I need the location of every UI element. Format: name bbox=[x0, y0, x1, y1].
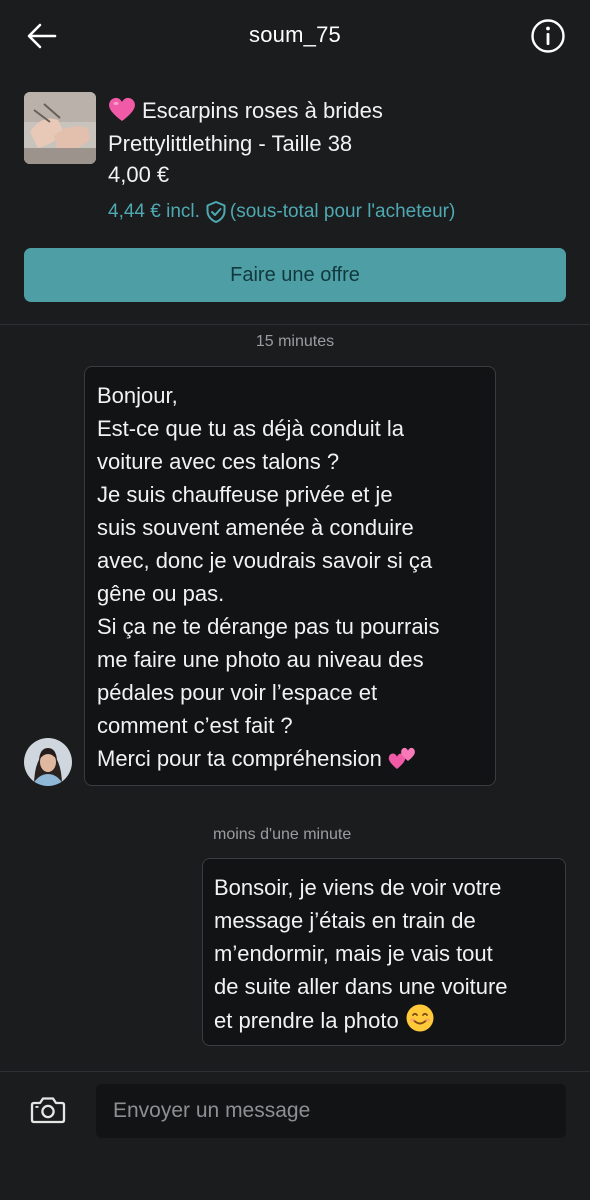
price-incl-value: 4,44 € incl. bbox=[108, 201, 200, 222]
message-line: avec, donc je voudrais savoir si ça bbox=[97, 548, 433, 573]
avatar[interactable] bbox=[24, 738, 72, 786]
message-line: me faire une photo au niveau des bbox=[97, 647, 424, 672]
conversation-title: soum_75 bbox=[249, 22, 341, 47]
outgoing-message-bubble: Bonsoir, je viens de voir votre message … bbox=[202, 858, 566, 1046]
product-thumbnail[interactable] bbox=[24, 92, 96, 164]
message-line: Si ça ne te dérange pas tu pourrais bbox=[97, 614, 440, 639]
message-composer bbox=[0, 1072, 590, 1200]
info-circle-icon bbox=[531, 19, 565, 53]
product-title: Escarpins roses à brides Prettylittlethi… bbox=[108, 94, 568, 160]
product-summary[interactable]: Escarpins roses à brides Prettylittlethi… bbox=[24, 92, 574, 232]
make-offer-button[interactable]: Faire une offre bbox=[24, 248, 566, 302]
product-price: 4,00 € bbox=[108, 162, 170, 187]
message-line: Bonjour, bbox=[97, 383, 178, 408]
message-line-text: Merci pour ta compréhension bbox=[97, 746, 382, 771]
message-line: Bonsoir, je viens de voir votre bbox=[214, 875, 502, 900]
message-line: comment c’est fait ? bbox=[97, 713, 293, 738]
message-line-last: et prendre la photo bbox=[214, 1003, 554, 1037]
message-line: de suite aller dans une voiture bbox=[214, 974, 508, 999]
smiling-face-emoji bbox=[406, 1004, 434, 1032]
buyer-protection-price[interactable]: 4,44 € incl. (sous-total pour l'acheteur… bbox=[108, 200, 455, 224]
message-line: pédales pour voir l’espace et bbox=[97, 680, 378, 705]
camera-button[interactable] bbox=[28, 1090, 68, 1130]
product-title-line-1: Escarpins roses à brides bbox=[142, 98, 383, 123]
top-bar: soum_75 bbox=[0, 0, 590, 72]
message-line: Je suis chauffeuse privée et je bbox=[97, 482, 393, 507]
message-timestamp: moins d'une minute bbox=[213, 826, 352, 843]
message-line: voiture avec ces talons ? bbox=[97, 449, 340, 474]
message-line: gêne ou pas. bbox=[97, 581, 225, 606]
message-line-text: et prendre la photo bbox=[214, 1008, 399, 1033]
pink-heart-emoji bbox=[109, 97, 135, 121]
shield-check-icon bbox=[206, 201, 226, 223]
message-line: m’endormir, mais je vais tout bbox=[214, 941, 493, 966]
product-title-line-2: Prettylittlething - Taille 38 bbox=[108, 131, 353, 156]
message-line: Est-ce que tu as déjà conduit la bbox=[97, 416, 404, 441]
message-line-last: Merci pour ta compréhension bbox=[97, 742, 483, 775]
divider bbox=[0, 324, 590, 325]
two-hearts-emoji bbox=[388, 747, 415, 769]
info-button[interactable] bbox=[528, 16, 568, 56]
message-line: message j’étais en train de bbox=[214, 908, 476, 933]
incoming-message-bubble: Bonjour, Est-ce que tu as déjà conduit l… bbox=[84, 366, 496, 786]
message-input[interactable] bbox=[96, 1084, 566, 1138]
message-timestamp: 15 minutes bbox=[255, 333, 335, 350]
price-incl-note: (sous-total pour l'acheteur) bbox=[229, 201, 456, 222]
message-line: suis souvent amenée à conduire bbox=[97, 515, 414, 540]
camera-icon bbox=[30, 1097, 66, 1124]
